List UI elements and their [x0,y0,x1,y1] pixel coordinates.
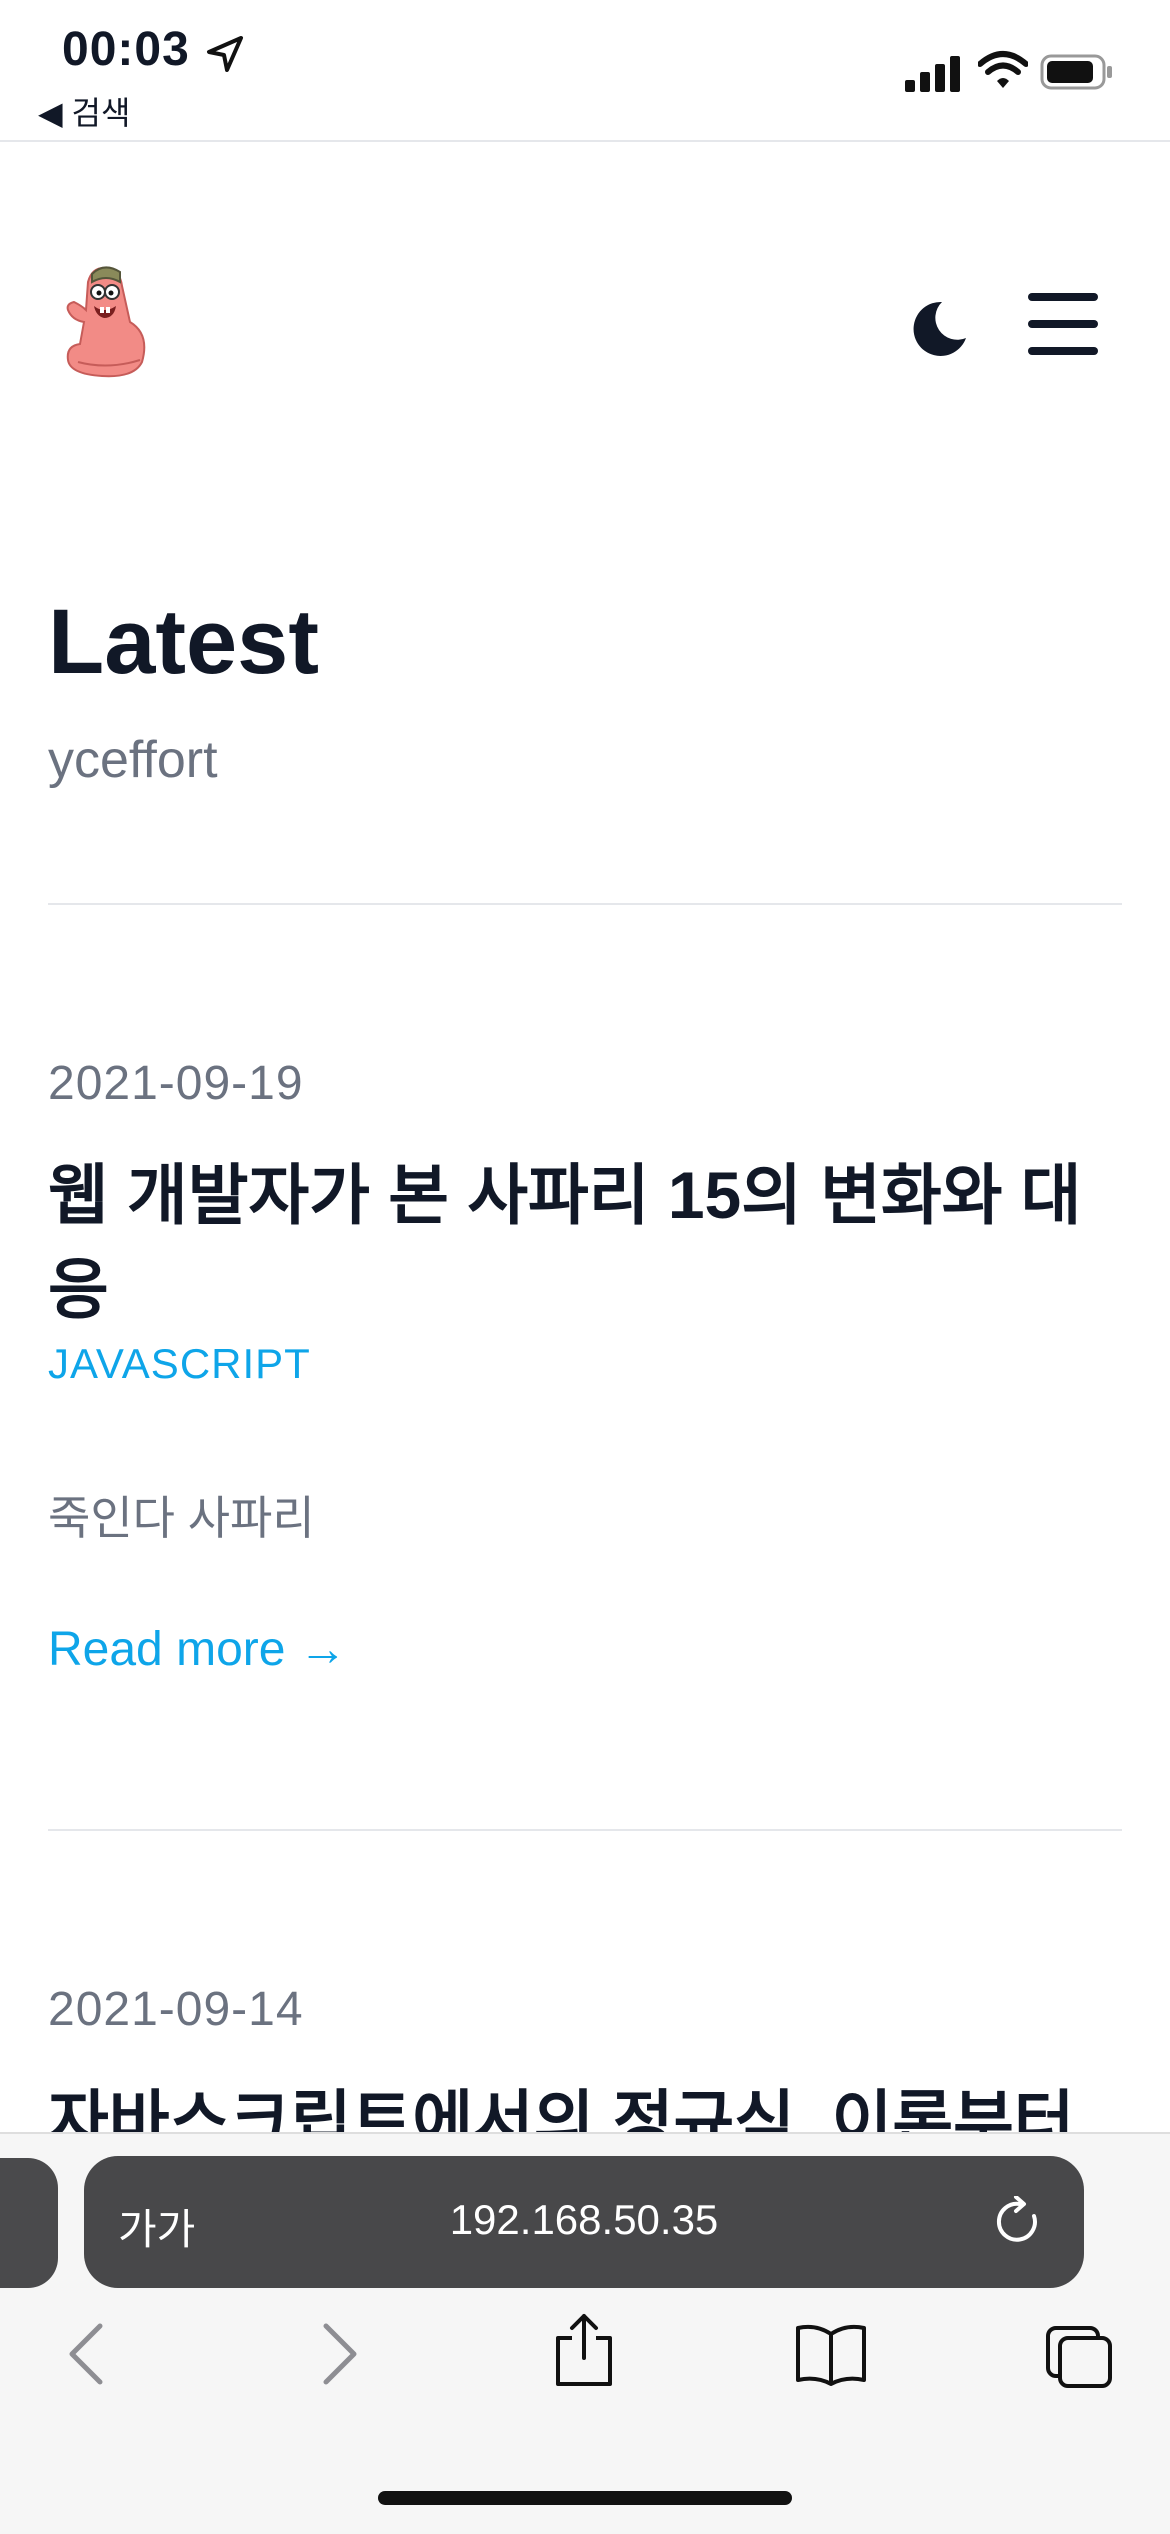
cellular-signal-icon [905,56,961,97]
divider [48,903,1122,905]
back-chevron-icon[interactable] [66,2322,106,2391]
post-title-link[interactable]: 웹 개발자가 본 사파리 15의 변화와 대응 [48,1148,1122,1336]
wifi-icon [977,50,1029,95]
page-subtitle: yceffort [48,731,218,789]
url-text[interactable]: 192.168.50.35 [84,2196,1084,2244]
divider [48,1829,1122,1831]
post-date: 2021-09-14 [48,1983,304,2036]
tabs-icon[interactable] [1044,2324,1114,2395]
post-date: 2021-09-19 [48,1057,304,1110]
post-tag-link[interactable]: JAVASCRIPT [48,1340,311,1388]
dark-mode-toggle-moon-icon[interactable] [908,298,968,363]
reload-icon[interactable] [994,2195,1044,2253]
read-more-link[interactable]: Read more → [48,1622,347,1677]
hamburger-menu-icon[interactable] [1028,293,1098,360]
share-icon[interactable] [552,2312,616,2393]
page-title: Latest [48,591,319,693]
location-arrow-icon [205,34,245,79]
site-logo-avatar[interactable] [58,262,158,387]
back-to-search-link[interactable]: ◀ 검색 [38,88,130,134]
forward-chevron-icon[interactable] [320,2322,360,2391]
status-time: 00:03 [62,23,190,76]
previous-tab-preview[interactable] [0,2158,58,2288]
bookmarks-book-icon[interactable] [794,2322,868,2391]
home-indicator [378,2491,792,2505]
post-summary: 죽인다 사파리 [48,1492,315,1544]
battery-icon [1040,54,1114,95]
